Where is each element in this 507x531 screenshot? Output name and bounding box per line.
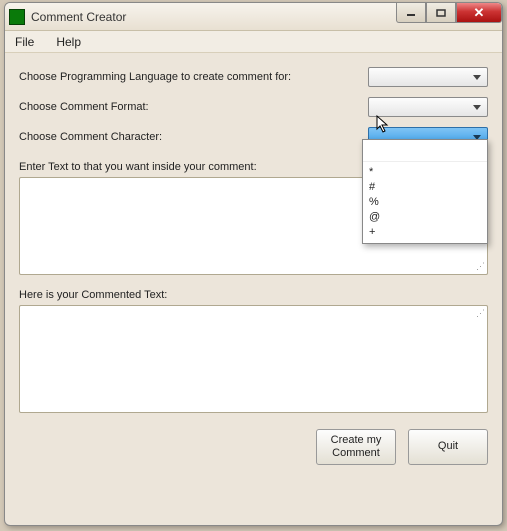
dropdown-option[interactable]: +	[369, 225, 481, 240]
minimize-icon	[406, 9, 416, 17]
format-combo[interactable]	[368, 97, 488, 117]
create-comment-button[interactable]: Create my Comment	[316, 429, 396, 465]
window-title: Comment Creator	[31, 10, 126, 24]
character-dropdown: * # % @ +	[362, 139, 488, 244]
language-combo[interactable]	[368, 67, 488, 87]
close-button[interactable]: ✕	[456, 3, 502, 23]
maximize-button[interactable]	[426, 3, 456, 23]
resize-grip-icon: ⋰	[476, 261, 485, 272]
language-label: Choose Programming Language to create co…	[19, 71, 368, 83]
content-area: Choose Programming Language to create co…	[5, 53, 502, 475]
dropdown-option[interactable]: #	[369, 180, 481, 195]
dropdown-option[interactable]: %	[369, 195, 481, 210]
scroll-up-icon: ⋰	[476, 308, 485, 319]
window-controls: ✕	[396, 3, 502, 23]
maximize-icon	[436, 9, 446, 17]
menubar: File Help	[5, 31, 502, 53]
create-button-label: Create my Comment	[331, 434, 382, 460]
output-text-label: Here is your Commented Text:	[19, 289, 488, 301]
dropdown-option[interactable]: @	[369, 210, 481, 225]
format-label: Choose Comment Format:	[19, 101, 368, 113]
quit-button-label: Quit	[438, 440, 458, 453]
menu-file[interactable]: File	[11, 33, 38, 51]
titlebar: Comment Creator ✕	[5, 3, 502, 31]
dropdown-list: * # % @ +	[363, 162, 487, 243]
menu-help[interactable]: Help	[52, 33, 85, 51]
app-window: Comment Creator ✕ File Help Choose Progr…	[4, 2, 503, 526]
character-label: Choose Comment Character:	[19, 131, 368, 143]
app-icon	[9, 9, 25, 25]
dropdown-selected-row[interactable]	[363, 140, 487, 162]
minimize-button[interactable]	[396, 3, 426, 23]
output-textarea[interactable]: ⋰	[19, 305, 488, 413]
dropdown-option[interactable]: *	[369, 165, 481, 180]
quit-button[interactable]: Quit	[408, 429, 488, 465]
close-icon: ✕	[474, 5, 485, 21]
